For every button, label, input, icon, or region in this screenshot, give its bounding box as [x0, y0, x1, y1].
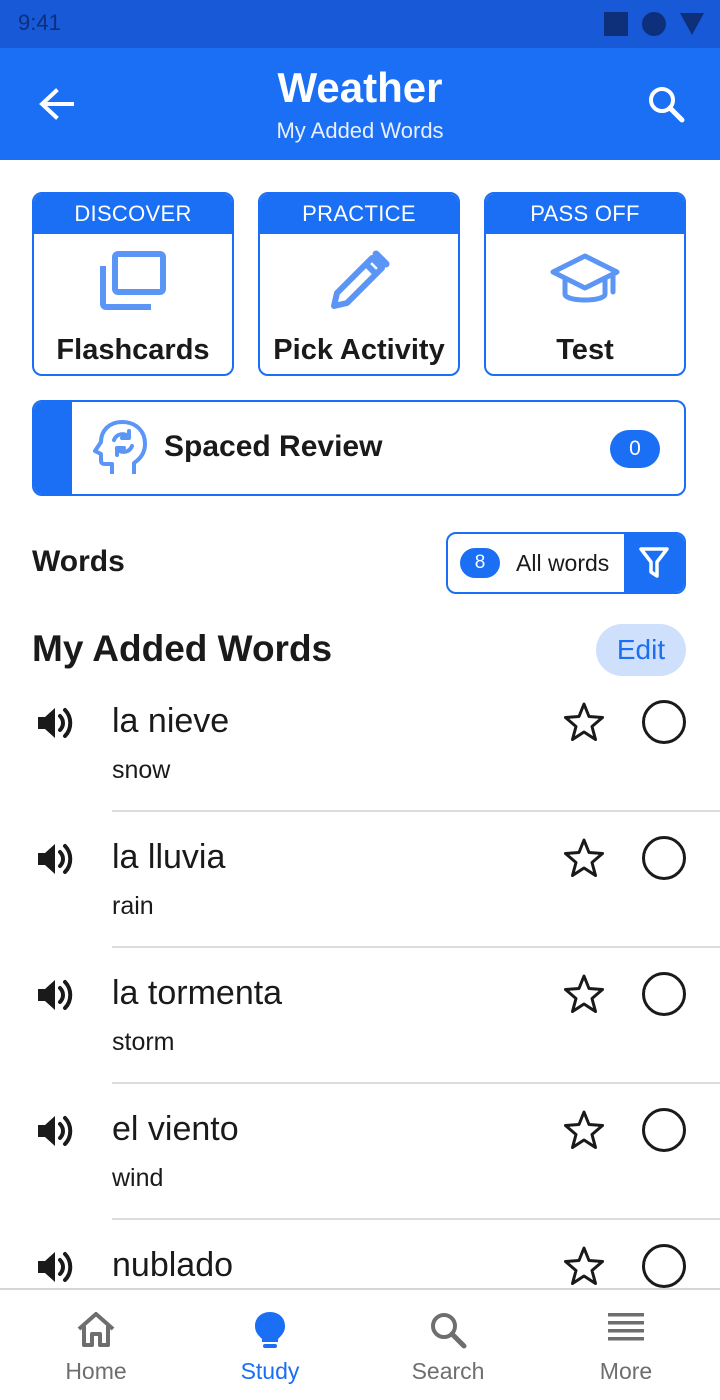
word-filter-dropdown[interactable]: 8 All words: [446, 532, 686, 594]
learned-checkbox[interactable]: [642, 836, 686, 880]
test-card[interactable]: PASS OFF Test: [484, 192, 686, 376]
filter-label: All words: [516, 550, 610, 576]
spaced-review-accent: [34, 402, 72, 494]
spaced-review-card[interactable]: Spaced Review 0: [32, 400, 686, 496]
row-divider: [112, 946, 720, 948]
row-divider: [112, 810, 720, 812]
mode-label: Test: [556, 334, 614, 366]
word-definition: snow: [112, 756, 171, 784]
head-refresh-icon: [93, 420, 147, 474]
word-definition: rain: [112, 892, 154, 920]
search-button[interactable]: [644, 82, 688, 126]
status-triangle-icon: [680, 13, 704, 35]
mode-header: PRACTICE: [260, 194, 458, 234]
mode-header: PASS OFF: [486, 194, 684, 234]
star-icon[interactable]: [562, 1108, 606, 1152]
flashcards-icon: [100, 251, 166, 310]
filter-icon: [639, 547, 669, 578]
mode-label: Flashcards: [56, 334, 210, 366]
nav-item-home[interactable]: Home: [6, 1290, 186, 1400]
bottom-nav: Home Study Search More: [0, 1288, 720, 1400]
nav-item-study[interactable]: Study: [180, 1290, 360, 1400]
word-term: nublado: [112, 1246, 234, 1284]
status-time: 9:41: [18, 10, 61, 35]
mode-label: Pick Activity: [273, 334, 445, 366]
word-row[interactable]: la nieve snow: [0, 700, 720, 836]
menu-icon: [608, 1313, 644, 1341]
status-square-icon: [604, 12, 628, 36]
flashcards-card[interactable]: DISCOVER Flashcards: [32, 192, 234, 376]
search-icon: [649, 87, 685, 123]
app-bar: Weather My Added Words: [0, 48, 720, 160]
word-term: la lluvia: [112, 838, 226, 876]
words-section-label: Words: [32, 545, 125, 578]
nav-item-search[interactable]: Search: [358, 1290, 538, 1400]
word-definition: storm: [112, 1028, 175, 1056]
learned-checkbox[interactable]: [642, 700, 686, 744]
page-title: Weather: [277, 64, 443, 111]
pick-activity-card[interactable]: PRACTICE Pick Activity: [258, 192, 460, 376]
status-circle-icon: [642, 12, 666, 36]
search-icon: [431, 1313, 467, 1349]
spaced-review-label: Spaced Review: [164, 430, 383, 463]
learned-checkbox[interactable]: [642, 1108, 686, 1152]
page-subtitle: My Added Words: [276, 118, 444, 143]
word-row[interactable]: la lluvia rain: [0, 836, 720, 972]
star-icon[interactable]: [562, 1244, 606, 1288]
speaker-icon[interactable]: [34, 700, 80, 746]
nav-label: More: [599, 1358, 653, 1384]
nav-item-more[interactable]: More: [536, 1290, 716, 1400]
spaced-review-count-badge: 0: [610, 430, 660, 468]
star-icon[interactable]: [562, 972, 606, 1016]
speaker-icon[interactable]: [34, 972, 80, 1018]
speaker-icon[interactable]: [34, 836, 80, 882]
speaker-icon[interactable]: [34, 1244, 80, 1290]
word-row[interactable]: la tormenta storm: [0, 972, 720, 1108]
word-term: la nieve: [112, 702, 230, 740]
status-icons: [604, 12, 704, 36]
word-term: el viento: [112, 1110, 239, 1148]
star-icon[interactable]: [562, 700, 606, 744]
speaker-icon[interactable]: [34, 1108, 80, 1154]
learned-checkbox[interactable]: [642, 1244, 686, 1288]
nav-label: Home: [65, 1358, 127, 1384]
status-bar: 9:41: [0, 0, 720, 48]
star-icon[interactable]: [562, 836, 606, 880]
edit-button[interactable]: Edit: [596, 624, 686, 676]
lightbulb-icon: [255, 1312, 285, 1348]
row-divider: [112, 1218, 720, 1220]
nav-label: Search: [411, 1358, 485, 1384]
pencil-icon: [331, 250, 390, 309]
word-count-badge: 8: [460, 548, 500, 578]
nav-label: Study: [240, 1358, 300, 1384]
graduation-cap-icon: [550, 253, 620, 303]
mode-header: DISCOVER: [34, 194, 232, 234]
row-divider: [112, 1082, 720, 1084]
filter-button[interactable]: [624, 534, 684, 592]
home-icon: [77, 1312, 115, 1347]
word-term: la tormenta: [112, 974, 283, 1012]
word-definition: wind: [112, 1164, 164, 1192]
word-row[interactable]: el viento wind: [0, 1108, 720, 1244]
learned-checkbox[interactable]: [642, 972, 686, 1016]
list-title: My Added Words: [32, 628, 333, 669]
